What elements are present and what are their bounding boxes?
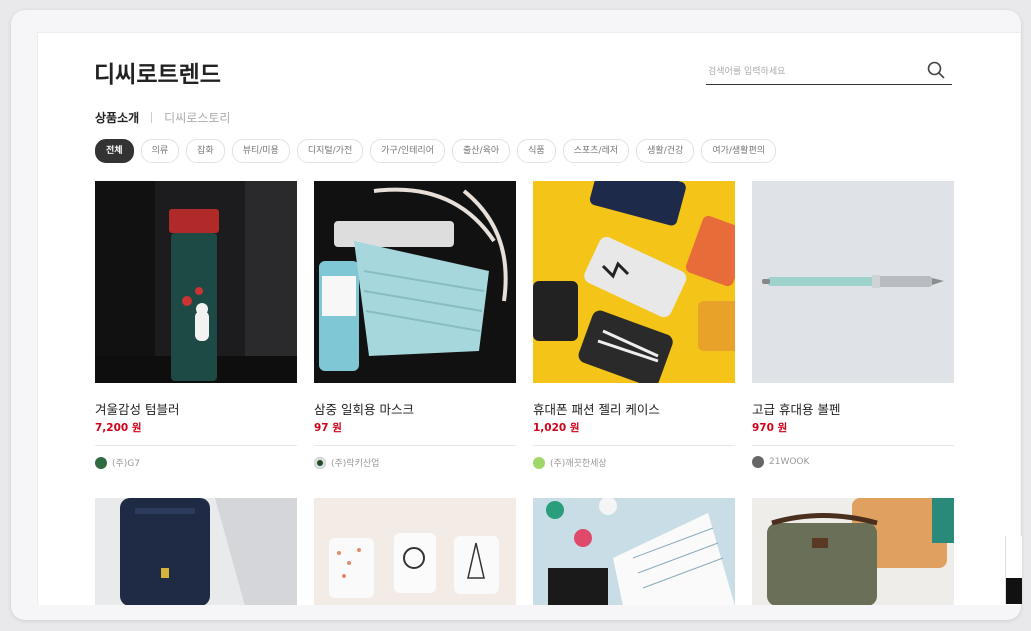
product-title[interactable]: 휴대폰 패션 젤리 케이스 <box>533 399 735 418</box>
category-filter: 전체 의류 잡화 뷰티/미용 디지털/가전 가구/인테리어 출산/육아 식품 스… <box>95 139 777 163</box>
seller-avatar <box>314 456 326 469</box>
seller-info[interactable]: (주)깨끗한세상 <box>533 456 735 469</box>
product-price: 1,020 원 <box>533 422 580 434</box>
product-title[interactable]: 삼중 일회용 마스크 <box>314 399 516 418</box>
divider <box>314 445 516 446</box>
product-image-notebook[interactable] <box>533 498 735 605</box>
seller-avatar <box>95 456 107 469</box>
tab-product-intro[interactable]: 상품소개 <box>95 111 139 125</box>
seller-name: (주)락키산업 <box>331 459 380 469</box>
search-input[interactable] <box>706 61 920 83</box>
product-card[interactable]: 고급 휴대용 볼펜 970 원 21WOOK <box>752 181 954 468</box>
category-chip[interactable]: 식품 <box>517 139 556 163</box>
category-chip[interactable]: 출산/육아 <box>452 139 511 163</box>
product-card[interactable]: 겨울감성 텀블러 7,200 원 (주)G7 <box>95 181 297 469</box>
tab-separator <box>151 112 153 123</box>
seller-avatar <box>533 456 545 469</box>
seller-name: (주)G7 <box>112 459 141 469</box>
divider <box>95 445 297 446</box>
seller-info[interactable]: (주)G7 <box>95 456 297 469</box>
product-image-backpack[interactable] <box>95 498 297 605</box>
product-image-pen[interactable] <box>752 181 954 383</box>
product-title[interactable]: 겨울감성 텀블러 <box>95 399 297 418</box>
category-chip[interactable]: 가구/인테리어 <box>370 139 445 163</box>
page: 디씨로트렌드 상품소개 디씨로스토리 전체 의류 잡화 뷰티/미용 디지털/가전 … <box>37 32 1020 605</box>
category-chip[interactable]: 잡화 <box>186 139 225 163</box>
divider <box>533 445 735 446</box>
product-image-phone-case[interactable] <box>533 181 735 383</box>
product-price: 970 원 <box>752 422 788 434</box>
tab-story[interactable]: 디씨로스토리 <box>164 111 230 125</box>
seller-name: (주)깨끗한세상 <box>550 459 607 469</box>
category-chip[interactable]: 여가/생활편의 <box>701 139 777 163</box>
sub-navigation: 상품소개 디씨로스토리 <box>95 109 230 126</box>
category-chip[interactable]: 뷰티/미용 <box>231 139 290 163</box>
category-chip[interactable]: 디지털/가전 <box>296 139 364 163</box>
product-title[interactable]: 고급 휴대용 볼펜 <box>752 399 954 418</box>
side-widget-block <box>1006 578 1022 604</box>
product-image-mugs[interactable] <box>314 498 516 605</box>
side-scroll-widget[interactable] <box>1005 536 1022 604</box>
seller-info[interactable]: (주)락키산업 <box>314 456 516 469</box>
category-chip-all[interactable]: 전체 <box>95 139 134 163</box>
product-price: 7,200 원 <box>95 422 142 434</box>
product-card[interactable]: 삼중 일회용 마스크 97 원 (주)락키산업 <box>314 181 516 469</box>
product-price: 97 원 <box>314 422 342 434</box>
seller-info[interactable]: 21WOOK <box>752 456 954 468</box>
search-bar <box>706 58 952 85</box>
seller-name: 21WOOK <box>769 457 810 467</box>
seller-avatar <box>752 456 764 468</box>
product-image-mask[interactable] <box>314 181 516 383</box>
category-chip[interactable]: 스포츠/레저 <box>562 139 630 163</box>
category-chip[interactable]: 생활/건강 <box>636 139 695 163</box>
category-chip[interactable]: 의류 <box>140 139 180 163</box>
product-image-pouch[interactable] <box>752 498 954 605</box>
brand-title[interactable]: 디씨로트렌드 <box>94 55 221 89</box>
divider <box>752 445 954 446</box>
product-image-tumbler[interactable] <box>95 181 297 383</box>
search-icon[interactable] <box>926 60 946 80</box>
product-card[interactable]: 휴대폰 패션 젤리 케이스 1,020 원 (주)깨끗한세상 <box>533 181 735 469</box>
